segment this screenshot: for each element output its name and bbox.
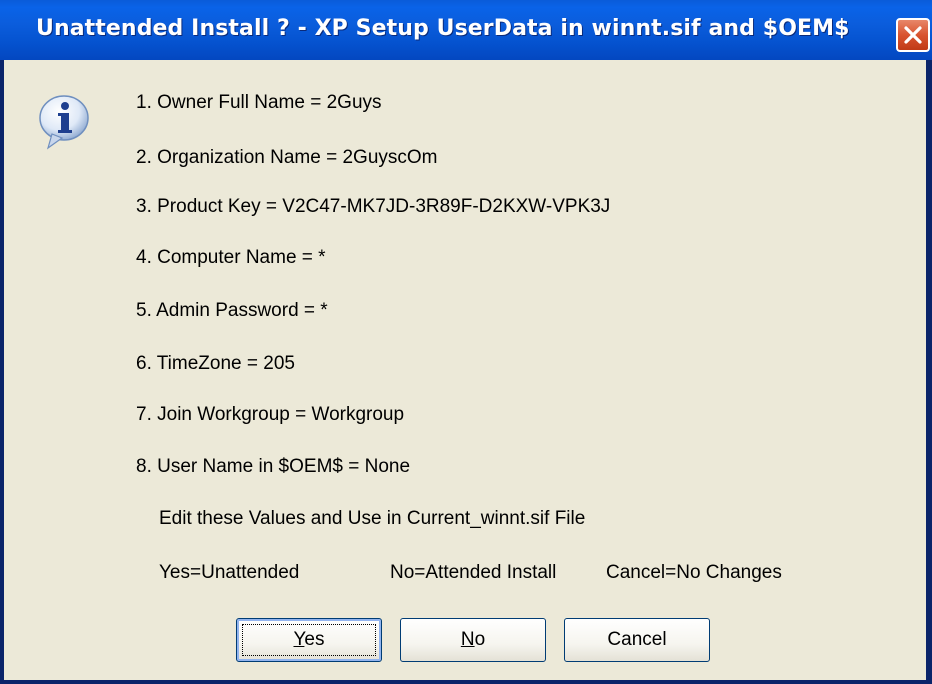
info-line-admin-password: 5. Admin Password = * <box>136 300 328 321</box>
info-line-workgroup: 7. Join Workgroup = Workgroup <box>136 404 405 425</box>
edit-note-text: Edit these Values and Use in Current_win… <box>159 508 586 529</box>
close-button[interactable] <box>896 18 930 52</box>
legend-no-text: No=Attended Install <box>390 562 557 583</box>
title-bar[interactable]: Unattended Install ? - XP Setup UserData… <box>0 0 932 60</box>
yes-button-label: Yes <box>293 629 324 651</box>
legend-cancel-text: Cancel=No Changes <box>606 562 782 583</box>
yes-label-rest: es <box>304 629 325 650</box>
no-accelerator: N <box>460 629 475 650</box>
window-title: Unattended Install ? - XP Setup UserData… <box>36 16 850 41</box>
message-box-window: Unattended Install ? - XP Setup UserData… <box>0 0 932 684</box>
cancel-button-label: Cancel <box>607 629 667 650</box>
info-line-timezone: 6. TimeZone = 205 <box>136 353 295 374</box>
yes-button[interactable]: Yes <box>236 618 382 662</box>
legend-yes-text: Yes=Unattended <box>159 562 300 583</box>
no-button[interactable]: No <box>400 618 546 662</box>
yes-accelerator: Y <box>293 629 305 650</box>
info-line-product-key: 3. Product Key = V2C47-MK7JD-3R89F-D2KXW… <box>136 196 611 217</box>
info-line-oem-user: 8. User Name in $OEM$ = None <box>136 456 411 477</box>
info-line-computer-name: 4. Computer Name = * <box>136 247 326 268</box>
no-label-rest: o <box>474 629 486 650</box>
info-line-organization: 2. Organization Name = 2GuyscOm <box>136 147 438 168</box>
information-icon <box>39 95 89 150</box>
cancel-button[interactable]: Cancel <box>564 618 710 662</box>
close-icon <box>904 26 922 44</box>
info-line-owner-name: 1. Owner Full Name = 2Guys <box>136 92 382 113</box>
no-button-label: No <box>461 629 485 651</box>
dialog-body: 1. Owner Full Name = 2Guys 2. Organizati… <box>4 60 926 680</box>
